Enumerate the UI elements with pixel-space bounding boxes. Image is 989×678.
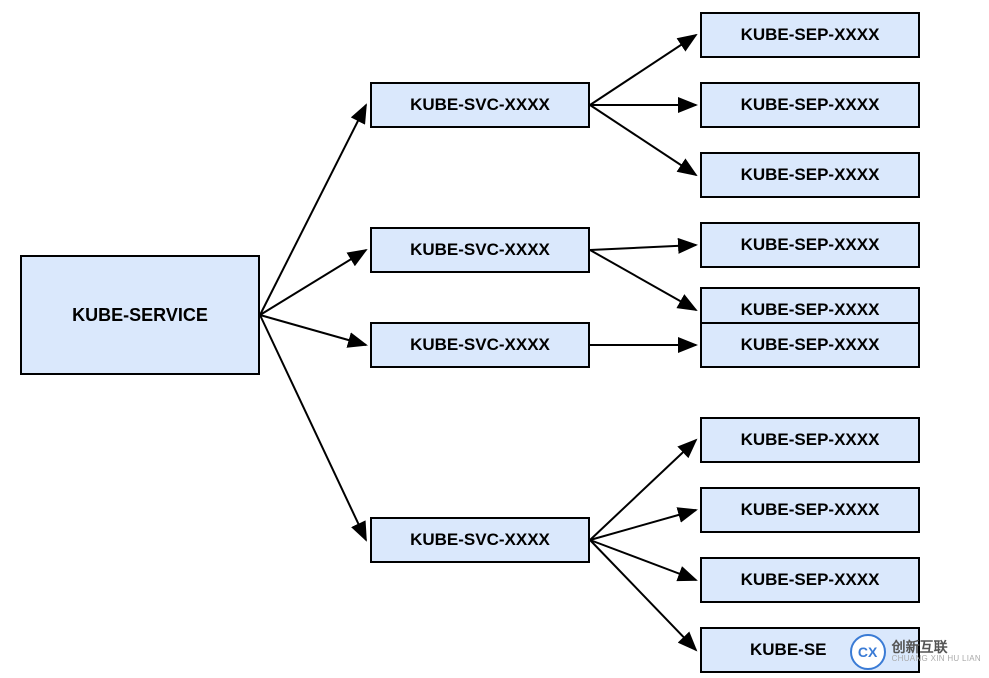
node-label: KUBE-SVC-XXXX — [410, 530, 550, 550]
node-label: KUBE-SEP-XXXX — [741, 165, 880, 185]
node-label: KUBE-SEP-XXXX — [741, 25, 880, 45]
node-label: KUBE-SEP-XXXX — [741, 95, 880, 115]
node-kube-sep-4: KUBE-SEP-XXXX — [700, 222, 920, 268]
node-kube-svc-4: KUBE-SVC-XXXX — [370, 517, 590, 563]
watermark-line2: CHUANG XIN HU LIAN — [892, 655, 981, 664]
node-label: KUBE-SVC-XXXX — [410, 240, 550, 260]
node-label: KUBE-SVC-XXXX — [410, 95, 550, 115]
watermark-logo-text: CX — [858, 644, 877, 660]
node-label: KUBE-SEP-XXXX — [741, 335, 880, 355]
node-kube-sep-8: KUBE-SEP-XXXX — [700, 487, 920, 533]
node-label: KUBE-SEP-XXXX — [741, 430, 880, 450]
node-label: KUBE-SERVICE — [72, 305, 208, 326]
node-label: KUBE-SEP-XXXX — [741, 300, 880, 320]
node-kube-sep-1: KUBE-SEP-XXXX — [700, 12, 920, 58]
node-kube-sep-2: KUBE-SEP-XXXX — [700, 82, 920, 128]
watermark-line1: 创新互联 — [892, 640, 981, 655]
node-kube-svc-3: KUBE-SVC-XXXX — [370, 322, 590, 368]
node-label: KUBE-SEP-XXXX — [741, 235, 880, 255]
watermark-text: 创新互联 CHUANG XIN HU LIAN — [892, 640, 981, 664]
node-label: KUBE-SVC-XXXX — [410, 335, 550, 355]
node-kube-service: KUBE-SERVICE — [20, 255, 260, 375]
watermark-logo-icon: CX — [850, 634, 886, 670]
node-kube-sep-7: KUBE-SEP-XXXX — [700, 417, 920, 463]
node-label: KUBE-SE — [750, 640, 827, 660]
node-kube-svc-2: KUBE-SVC-XXXX — [370, 227, 590, 273]
node-label: KUBE-SEP-XXXX — [741, 570, 880, 590]
node-kube-sep-9: KUBE-SEP-XXXX — [700, 557, 920, 603]
node-kube-svc-1: KUBE-SVC-XXXX — [370, 82, 590, 128]
node-kube-sep-6: KUBE-SEP-XXXX — [700, 322, 920, 368]
watermark: CX 创新互联 CHUANG XIN HU LIAN — [850, 634, 981, 670]
node-label: KUBE-SEP-XXXX — [741, 500, 880, 520]
node-kube-sep-3: KUBE-SEP-XXXX — [700, 152, 920, 198]
